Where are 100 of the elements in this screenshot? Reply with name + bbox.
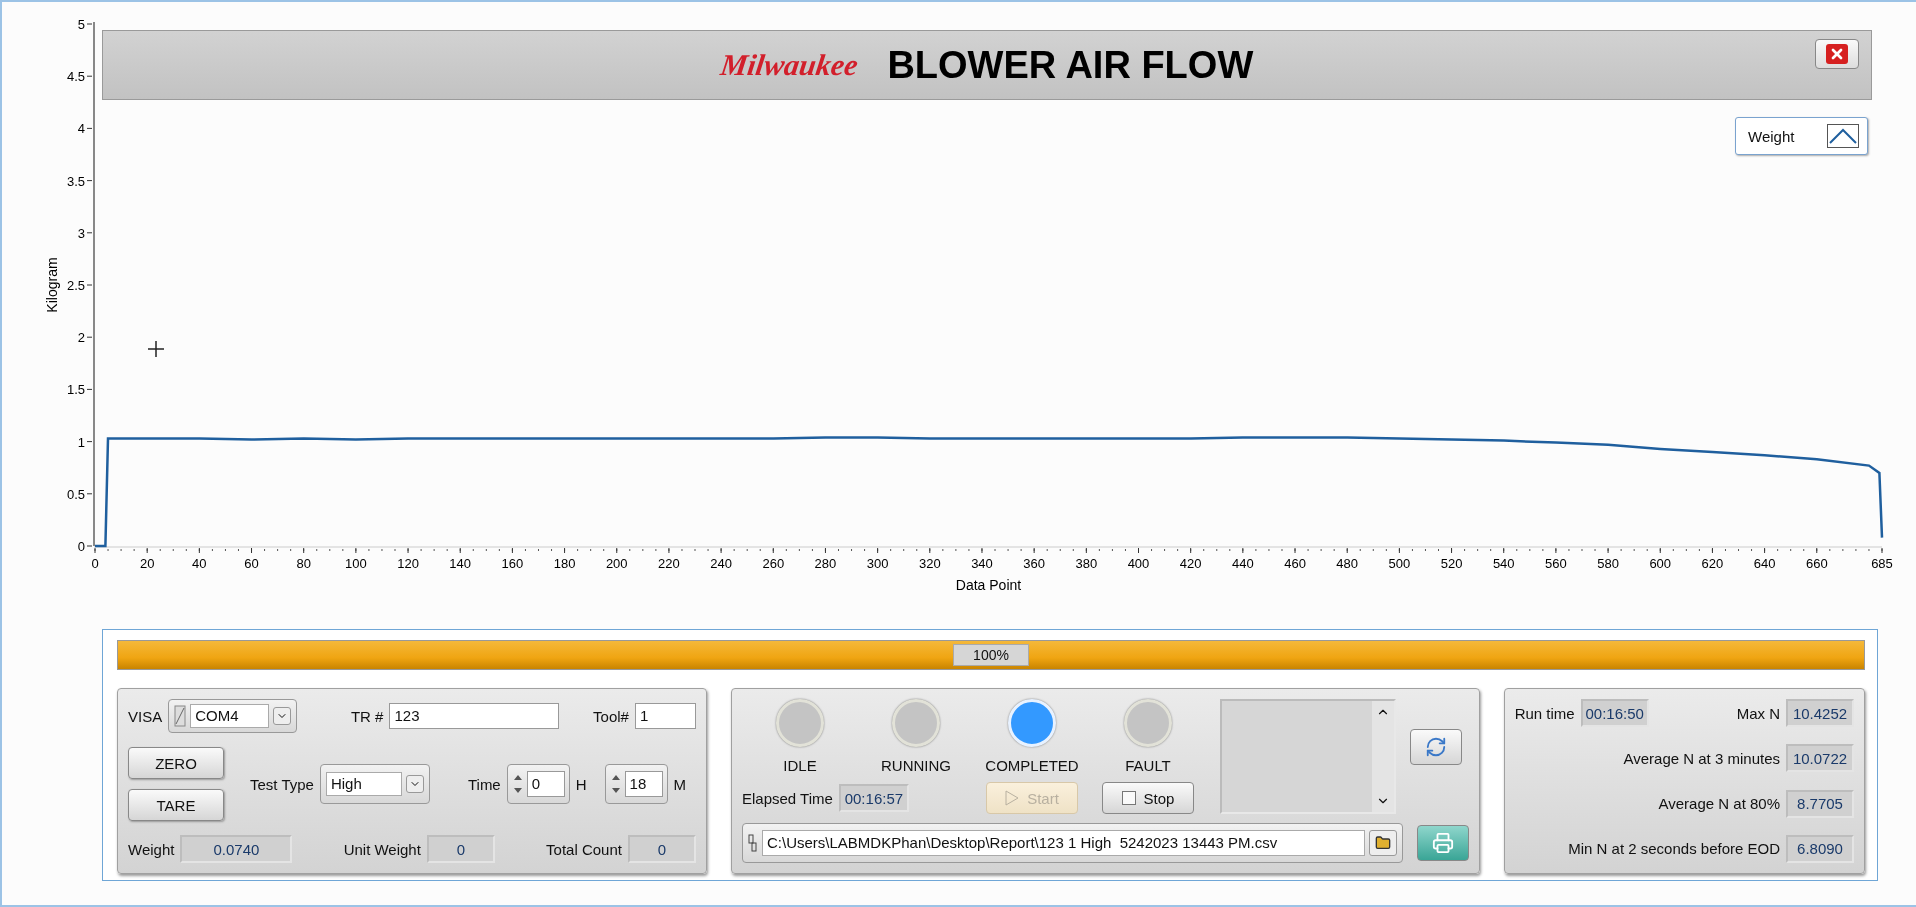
scrollbar[interactable] <box>1372 701 1394 812</box>
result-value: 6.8090 <box>1786 835 1854 863</box>
brand-logo: Milwaukee <box>718 48 860 82</box>
y-tick-label: 1.5 <box>66 382 85 398</box>
crosshair-icon <box>147 340 165 358</box>
x-tick-label: 380 <box>1075 556 1098 571</box>
y-tick-label: 4 <box>77 121 85 137</box>
x-tick-label: 640 <box>1753 556 1776 571</box>
action-button[interactable]: ZERO <box>128 747 224 779</box>
y-tick-label: 2 <box>77 330 85 346</box>
y-tick-label: 5 <box>77 17 85 32</box>
x-tick-label: 360 <box>1023 556 1045 571</box>
plot-legend[interactable]: Weight <box>1735 117 1868 155</box>
y-tick-label: 0.5 <box>66 486 85 502</box>
x-axis-title: Data Point <box>955 577 1022 593</box>
x-tick-label: 685 <box>1871 556 1893 571</box>
x-tick-label: 660 <box>1805 556 1828 571</box>
result-value: 10.4252 <box>1786 699 1854 727</box>
refresh-icon <box>1425 736 1447 758</box>
x-tick-label: 120 <box>397 556 419 571</box>
x-tick-label: 280 <box>814 556 837 571</box>
test-type-dropdown[interactable]: High <box>319 764 430 804</box>
field-label: Time <box>467 775 501 793</box>
elapsed-time-value: 00:16:57 <box>838 784 909 812</box>
input-field[interactable]: 123 <box>389 703 560 729</box>
x-tick-label: 620 <box>1701 556 1724 571</box>
unit-label: H <box>575 775 587 793</box>
x-tick-label: 300 <box>866 556 889 571</box>
app-title: BLOWER AIR FLOW <box>887 43 1254 87</box>
readout-label: Unit Weight <box>343 840 421 858</box>
x-tick-label: 600 <box>1649 556 1672 571</box>
result-label: Average N at 3 minutes <box>1623 749 1780 767</box>
minutes-stepper[interactable]: 18 <box>604 764 668 804</box>
x-tick-label: 480 <box>1336 556 1359 571</box>
y-tick-label: 4.5 <box>66 69 85 85</box>
folder-icon <box>1374 835 1391 851</box>
result-label: Max N <box>1736 704 1780 722</box>
resource-icon <box>174 705 187 727</box>
close-button[interactable] <box>1815 39 1859 69</box>
field-label: Test Type <box>250 775 314 793</box>
readout-value: 0 <box>628 835 696 863</box>
x-tick-label: 260 <box>762 556 785 571</box>
input-field[interactable]: 1 <box>634 703 696 729</box>
result-label: Min N at 2 seconds before EOD <box>1568 840 1780 858</box>
y-tick-label: 3.5 <box>66 173 85 189</box>
lamp-label: RUNNING <box>881 757 951 774</box>
result-value: 8.7705 <box>1786 789 1854 818</box>
lamp-label: COMPLETED <box>985 757 1079 774</box>
x-tick-label: 500 <box>1388 556 1411 571</box>
x-tick-label: 520 <box>1440 556 1463 571</box>
x-tick-label: 140 <box>449 556 472 571</box>
x-tick-label: 340 <box>971 556 993 571</box>
readout-value: 0 <box>426 835 495 863</box>
x-tick-label: 540 <box>1492 556 1515 571</box>
x-tick-label: 240 <box>710 556 732 571</box>
y-axis-title: Kilogram <box>44 257 60 313</box>
x-tick-label: 400 <box>1127 556 1150 571</box>
action-button[interactable]: TARE <box>128 789 224 821</box>
x-tick-label: 100 <box>345 556 367 571</box>
x-tick-label: 560 <box>1545 556 1567 571</box>
path-icon <box>748 833 758 853</box>
x-tick-label: 580 <box>1597 556 1619 571</box>
caret-icon <box>273 707 291 725</box>
line-sample-icon <box>1827 124 1859 148</box>
x-tick-label: 80 <box>296 556 311 571</box>
x-tick-label: 200 <box>605 556 628 571</box>
readout-value: 0.0740 <box>180 835 293 863</box>
field-label: VISA <box>128 707 163 725</box>
close-icon <box>1826 44 1848 64</box>
progress-label: 100% <box>953 644 1029 666</box>
checkbox[interactable] <box>1121 791 1136 805</box>
play-icon <box>1005 790 1020 806</box>
printer-icon <box>1431 832 1454 854</box>
y-tick-label: 3 <box>77 225 85 241</box>
x-tick-label: 160 <box>501 556 524 571</box>
x-tick-label: 60 <box>244 556 259 571</box>
readout-label: Total Count <box>546 840 622 858</box>
browse-button[interactable] <box>1368 830 1397 856</box>
x-tick-label: 440 <box>1232 556 1254 571</box>
print-button[interactable] <box>1416 825 1469 861</box>
x-tick-label: 0 <box>91 556 99 571</box>
hours-stepper[interactable]: 0 <box>506 764 570 804</box>
visa-dropdown[interactable]: COM4 <box>168 699 297 733</box>
run-time-value: 00:16:50 <box>1580 699 1649 727</box>
x-tick-label: 460 <box>1284 556 1306 571</box>
x-tick-label: 420 <box>1179 556 1202 571</box>
file-path-field[interactable]: C:\Users\LABMDKPhan\Desktop\Report\123 1 High 5242023 13443 PM.csv <box>742 823 1403 863</box>
field-label: Tool# <box>593 707 629 725</box>
unit-label: M <box>673 775 687 793</box>
legend-label: Weight <box>1748 127 1795 145</box>
stop-button[interactable]: Stop <box>1102 782 1194 814</box>
y-tick-label: 1 <box>77 434 85 450</box>
x-tick-label: 320 <box>918 556 941 571</box>
refresh-button[interactable] <box>1410 729 1462 765</box>
x-tick-label: 220 <box>658 556 680 571</box>
y-tick-label: 0 <box>77 539 85 554</box>
result-label: Run time <box>1514 704 1575 722</box>
field-label: Elapsed Time <box>742 789 833 807</box>
lamp-label: IDLE <box>783 757 817 774</box>
readout-label: Weight <box>128 840 175 858</box>
